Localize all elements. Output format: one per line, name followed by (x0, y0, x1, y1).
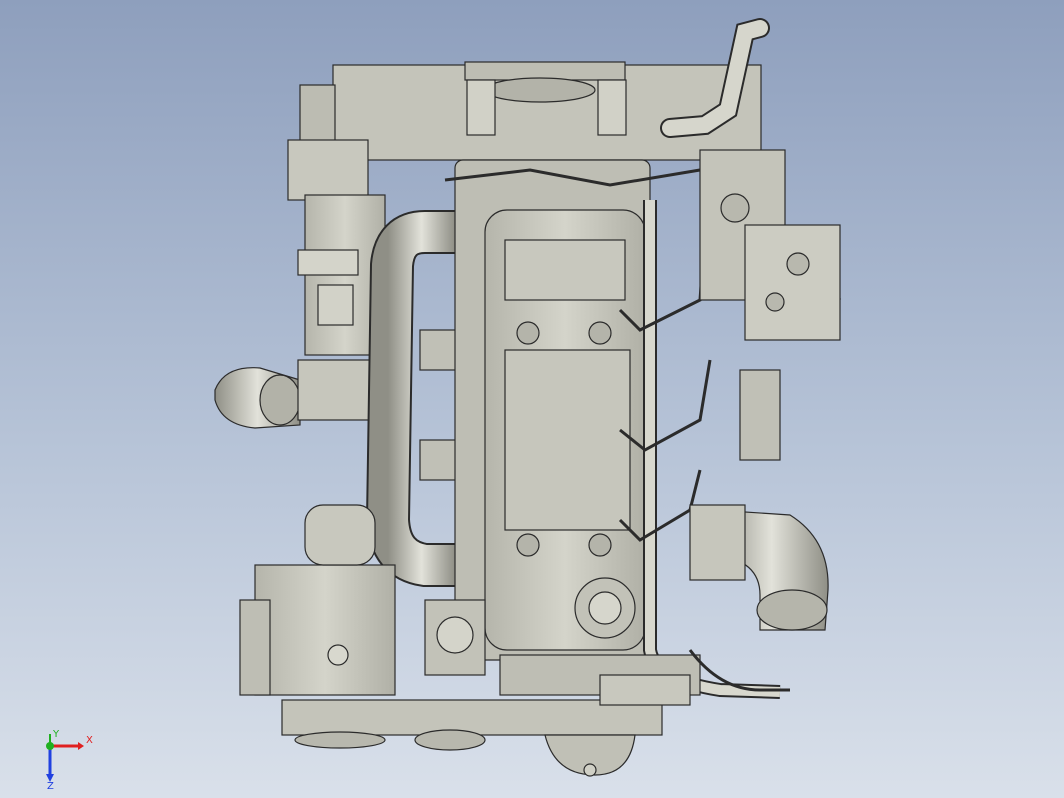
cover-bolt-1 (516, 321, 540, 345)
cover-bolt-2 (588, 321, 612, 345)
pump-port-3 (765, 292, 785, 312)
y-axis-label: Y (52, 730, 60, 740)
turbo-body (297, 359, 379, 421)
plenum-right-bracket (597, 79, 627, 136)
lower-left-bracket (304, 504, 376, 566)
alternator-end-cap (239, 599, 271, 696)
triad-origin (46, 742, 54, 750)
engine-model[interactable] (0, 0, 1064, 798)
z-axis-label: Z (47, 781, 54, 790)
left-flange (297, 249, 359, 276)
right-intake-mouth (756, 589, 828, 631)
3d-viewport[interactable]: X Y Z (0, 0, 1064, 798)
valve-cover-center-panel (504, 349, 631, 531)
turbo-inlet-mouth (259, 374, 301, 426)
water-pump-port (436, 616, 474, 654)
right-filter (739, 369, 781, 461)
cover-bolt-3 (516, 533, 540, 557)
x-axis-arrow (78, 742, 84, 750)
valve-cover-top-panel (504, 239, 626, 301)
plenum-port (484, 77, 596, 103)
left-cover (287, 139, 369, 201)
oil-filler-cap-inner (588, 591, 622, 625)
exhaust-manifold-inner (367, 212, 475, 585)
plenum-center-bracket (464, 61, 626, 81)
drain-plug (583, 763, 597, 777)
cover-bolt-4 (588, 533, 612, 557)
x-axis-label: X (86, 735, 93, 746)
alternator-pulley (327, 644, 349, 666)
pump-port-2 (786, 252, 810, 276)
left-sensor (317, 284, 354, 326)
alternator (254, 564, 396, 696)
pump-port-1 (720, 193, 750, 223)
orientation-triad[interactable]: X Y Z (38, 730, 98, 790)
fuel-pump-block (744, 224, 841, 341)
right-throttle-body (689, 504, 746, 581)
plenum-left-bracket (466, 79, 496, 136)
right-lower-bracket (599, 674, 691, 706)
crank-pulley-center (414, 729, 486, 751)
crank-pulley-left (294, 731, 386, 749)
